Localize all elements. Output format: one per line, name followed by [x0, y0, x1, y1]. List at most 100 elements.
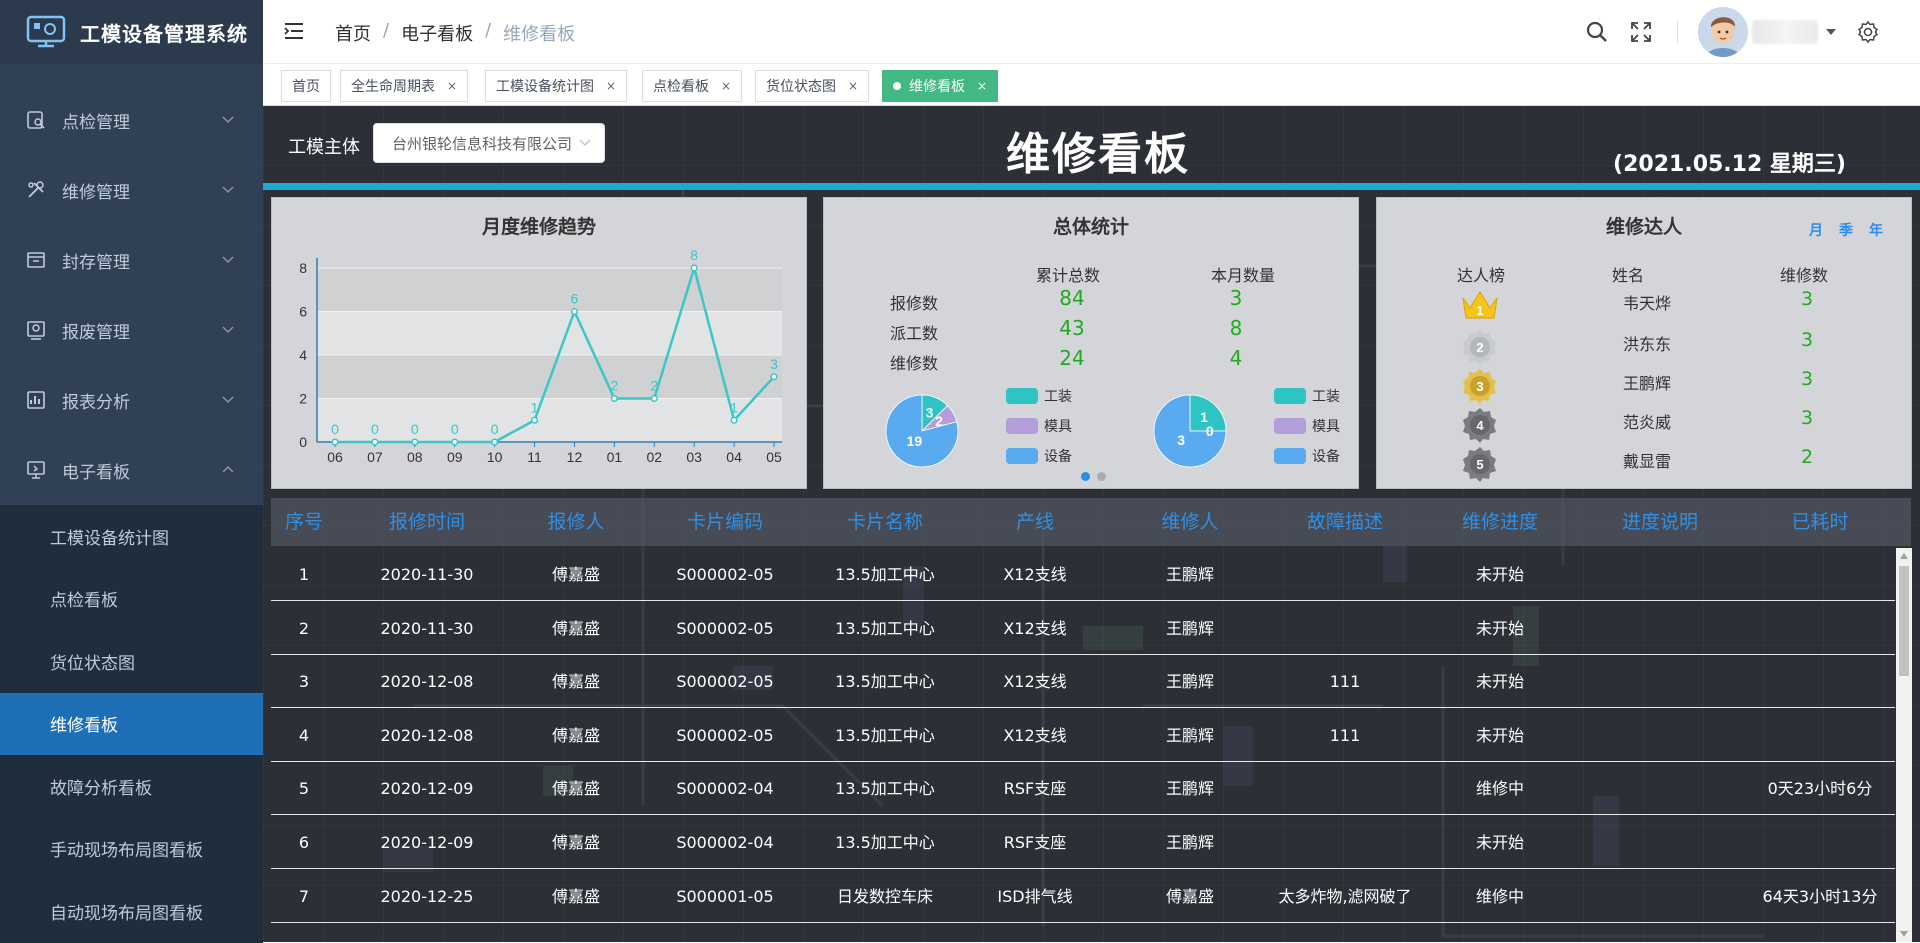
panel-title: 总体统计: [1052, 216, 1129, 238]
table-row[interactable]: 5 2020-12-09 傅嘉盛 S000002-04 13.5加工中心 RSF支座 王鹏辉…: [271, 762, 1895, 816]
scrollbar-thumb[interactable]: [1899, 566, 1909, 676]
table-row[interactable]: 3 2020-12-08 傅嘉盛 S000002-05 13.5加工中心 X12支线 王鹏辉…: [271, 655, 1895, 709]
col-header-elapsed[interactable]: 已耗时: [1745, 498, 1895, 546]
repair-ranking-panel: 维修达人 月 季 年 达人榜 姓名 维修数 1 韦天烨 3 2 洪东东 3 3 …: [1376, 197, 1912, 489]
close-icon[interactable]: ×: [606, 79, 616, 93]
breadcrumb-home[interactable]: 首页: [335, 20, 371, 46]
legend-swatch: [1274, 448, 1306, 464]
col-header-reporter[interactable]: 报修人: [517, 498, 635, 546]
tag-label: 全生命周期表: [351, 79, 435, 95]
bronze-medal-badge-icon: 3: [1463, 369, 1496, 404]
tag-location-status[interactable]: 货位状态图 ×: [755, 70, 870, 102]
subject-select[interactable]: 台州银轮信息科技有限公司: [373, 123, 605, 163]
col-header-index[interactable]: 序号: [271, 498, 337, 546]
data-label: 6: [571, 291, 579, 307]
tag-home[interactable]: 首页: [281, 70, 331, 102]
hamburger-menu-icon[interactable]: [283, 20, 305, 42]
stat-col-month: 本月数量: [1211, 266, 1276, 285]
fullscreen-icon[interactable]: [1629, 20, 1653, 44]
submenu-item-location-status[interactable]: 货位状态图: [0, 630, 263, 693]
period-month-tab[interactable]: 月: [1809, 220, 1823, 240]
table-row[interactable]: 1 2020-11-30 傅嘉盛 S000002-05 13.5加工中心 X12支线 王鹏辉…: [271, 548, 1895, 601]
submenu-item-auto-layout[interactable]: 自动现场布局图看板: [0, 880, 263, 943]
cell-line: X12支线: [1003, 672, 1067, 692]
chevron-down-icon: [222, 396, 234, 404]
user-avatar[interactable]: [1698, 7, 1748, 57]
cell-repairer: 傅嘉盛: [1165, 886, 1214, 906]
submenu-item-equipment-stats[interactable]: 工模设备统计图: [0, 505, 263, 568]
submenu-item-manual-layout[interactable]: 手动现场布局图看板: [0, 818, 263, 881]
period-year-tab[interactable]: 年: [1869, 220, 1883, 240]
sidebar-item-archive[interactable]: 封存管理: [0, 225, 263, 295]
cell-elapsed: [1745, 548, 1895, 601]
table-row[interactable]: 7 2020-12-25 傅嘉盛 S000001-05 日发数控车床 ISD排气线 傅嘉盛 太…: [271, 870, 1895, 923]
submenu-item-repair-board[interactable]: 维修看板: [0, 692, 263, 755]
close-icon[interactable]: ×: [447, 79, 457, 93]
col-header-progress[interactable]: 维修进度: [1425, 498, 1575, 546]
breadcrumb-parent[interactable]: 电子看板: [401, 20, 473, 46]
cell-report-time: 2020-12-25: [380, 886, 474, 906]
data-label: 0: [331, 421, 339, 437]
period-quarter-tab[interactable]: 季: [1839, 220, 1853, 240]
tag-lifecycle[interactable]: 全生命周期表 ×: [340, 70, 469, 102]
search-icon[interactable]: [1585, 20, 1609, 44]
cell-card-name: 13.5加工中心: [835, 672, 935, 692]
cell-elapsed: [1745, 655, 1895, 708]
cell-index: 5: [298, 779, 310, 799]
data-label: 1: [531, 399, 539, 415]
submenu-item-inspection-board[interactable]: 点检看板: [0, 568, 263, 631]
cell-card-name: 日发数控车床: [836, 886, 933, 906]
cell-card-code: S000002-05: [676, 725, 774, 745]
col-header-progress-note[interactable]: 进度说明: [1575, 498, 1745, 546]
col-header-repairer[interactable]: 维修人: [1115, 498, 1265, 546]
scroll-down-arrow-icon[interactable]: [1900, 931, 1908, 937]
close-icon[interactable]: ×: [721, 79, 731, 93]
data-point: [610, 394, 618, 403]
username-redacted[interactable]: [1752, 20, 1818, 44]
app-logo[interactable]: 工模设备管理系统: [0, 0, 263, 64]
close-icon[interactable]: ×: [977, 79, 987, 93]
checklist-icon: [27, 111, 45, 129]
table-row[interactable]: 6 2020-12-09 傅嘉盛 S000002-04 13.5加工中心 RSF支座 王鹏辉…: [271, 816, 1895, 869]
sidebar-item-inspection[interactable]: 点检管理: [0, 85, 263, 155]
cell-index: 2: [298, 618, 310, 638]
col-header-card-name[interactable]: 卡片名称: [815, 498, 955, 546]
submenu-item-fault-analysis[interactable]: 故障分析看板: [0, 755, 263, 818]
tag-inspection-board[interactable]: 点检看板 ×: [642, 70, 743, 102]
cell-elapsed: [1745, 602, 1895, 655]
sidebar-item-report[interactable]: 报表分析: [0, 365, 263, 435]
carousel-dot[interactable]: [1097, 472, 1106, 481]
sidebar-item-dashboard[interactable]: 电子看板: [0, 435, 263, 505]
x-tick-label: 12: [567, 449, 583, 465]
cell-report-time: 2020-12-09: [380, 833, 474, 852]
table-scrollbar[interactable]: [1896, 548, 1912, 942]
col-header-fault-desc[interactable]: 故障描述: [1265, 498, 1425, 546]
cell-report-time: 2020-11-30: [380, 565, 474, 584]
chevron-up-icon: [222, 465, 234, 473]
settings-gear-icon[interactable]: [1856, 20, 1880, 44]
cell-card-name: 13.5加工中心: [835, 779, 935, 799]
close-icon[interactable]: ×: [848, 79, 858, 93]
table-row[interactable]: 2 2020-11-30 傅嘉盛 S000002-05 13.5加工中心 X12支线 王鹏辉…: [271, 602, 1895, 655]
cell-progress: 维修中: [1475, 779, 1524, 799]
scroll-up-arrow-icon[interactable]: [1900, 553, 1908, 559]
subject-select-value: 台州银轮信息科技有限公司: [392, 134, 573, 153]
legend-item-equipment: 设备: [1006, 446, 1072, 466]
col-header-card-code[interactable]: 卡片编码: [635, 498, 815, 546]
table-row[interactable]: 4 2020-12-08 傅嘉盛 S000002-05 13.5加工中心 X12支线 王鹏辉…: [271, 709, 1895, 762]
user-dropdown-caret-icon[interactable]: [1826, 29, 1836, 35]
tag-repair-board[interactable]: 维修看板 ×: [882, 70, 999, 102]
col-header-line[interactable]: 产线: [955, 498, 1115, 546]
ranking-count: 2: [1800, 446, 1814, 468]
col-header-report-time[interactable]: 报修时间: [337, 498, 517, 546]
cell-elapsed: 0天23小时6分: [1767, 779, 1873, 799]
cell-line: X12支线: [1003, 618, 1067, 638]
tag-equipment-stats[interactable]: 工模设备统计图 ×: [485, 70, 628, 102]
plot-band: [317, 398, 782, 442]
sidebar-item-scrap[interactable]: 报废管理: [0, 295, 263, 365]
carousel-dot-active[interactable]: [1081, 472, 1090, 481]
cell-repairer: 王鹏辉: [1165, 725, 1214, 745]
sidebar-item-repair[interactable]: 维修管理: [0, 155, 263, 225]
data-label: 3: [770, 356, 778, 372]
legend-item-tooling: 工装: [1274, 386, 1340, 406]
